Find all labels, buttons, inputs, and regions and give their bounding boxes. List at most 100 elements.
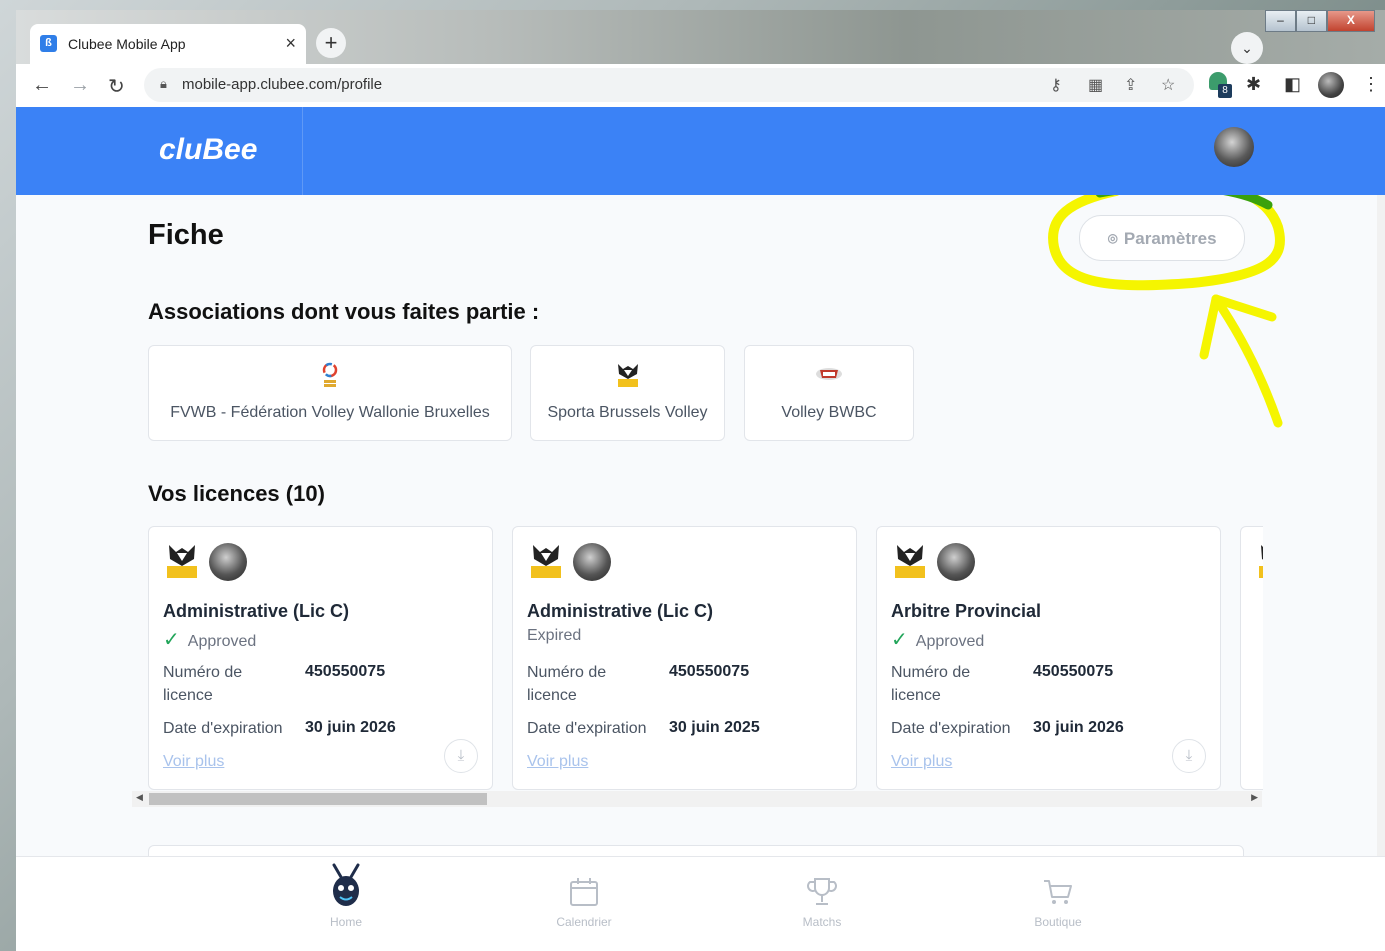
- nav-label: Home: [329, 915, 362, 929]
- nav-boutique[interactable]: Boutique: [998, 857, 1118, 951]
- bottom-navigation: Home Calendrier Matchs Boutique: [16, 856, 1385, 951]
- licence-number: 450550075: [669, 663, 750, 680]
- nav-label: Boutique: [1034, 915, 1082, 929]
- fvwb-logo-icon: [322, 362, 338, 387]
- associations-title: Associations dont vous faites partie :: [148, 299, 540, 324]
- reload-icon[interactable]: ↻: [108, 74, 125, 99]
- browser-tab[interactable]: ß Clubee Mobile App ×: [30, 24, 306, 64]
- browser-toolbar: ← → ↻ 🔒︎ mobile-app.clubee.com/profile ⚷…: [16, 64, 1385, 107]
- sporta-badger-logo-icon: [531, 545, 561, 578]
- association-name: Volley BWBC: [781, 404, 877, 421]
- expiry-label: Date d'expiration: [891, 720, 1011, 737]
- download-icon[interactable]: ⤓: [444, 739, 478, 773]
- scroll-right-arrow-icon[interactable]: ▶: [1251, 792, 1258, 803]
- scrollbar-thumb[interactable]: [149, 793, 487, 805]
- expiry-label: Date d'expiration: [527, 720, 647, 737]
- licences-title: Vos licences (10): [148, 481, 325, 506]
- association-name: FVWB - Fédération Volley Wallonie Bruxel…: [170, 404, 490, 421]
- member-photo: [573, 543, 611, 581]
- licence-number-label: Numéro de licence: [163, 664, 243, 704]
- app-header: cluBee: [16, 107, 1385, 195]
- licence-type: Administrative (Lic C): [527, 601, 714, 621]
- nav-label: Calendrier: [556, 915, 612, 929]
- tab-title: Clubee Mobile App: [68, 36, 186, 52]
- main-content: Fiche ◎ Paramètres Associations dont vous…: [16, 195, 1385, 856]
- back-arrow-icon[interactable]: ←: [32, 74, 52, 97]
- tab-search-chevron-icon[interactable]: ⌄: [1231, 32, 1263, 64]
- licence-number: 450550075: [1033, 663, 1114, 680]
- section-card: [148, 845, 1244, 856]
- tab-strip: ß Clubee Mobile App × + ⌄ – □ X: [16, 10, 1385, 64]
- clubee-favicon-icon: ß: [40, 35, 57, 52]
- extensions-puzzle-icon[interactable]: ✱: [1246, 74, 1261, 95]
- browser-menu-icon[interactable]: ⋮: [1362, 74, 1380, 95]
- bwbc-logo-icon: [816, 368, 842, 380]
- sporta-badger-logo-icon: [895, 545, 925, 578]
- expiry-date: 30 juin 2026: [305, 719, 396, 736]
- clubee-logo[interactable]: cluBee: [159, 133, 257, 167]
- nav-matchs[interactable]: Matchs: [762, 857, 882, 951]
- licence-card[interactable]: Administrative (Lic C) ✓ Approved Numéro …: [148, 526, 493, 790]
- scroll-left-arrow-icon[interactable]: ◀: [136, 792, 143, 803]
- association-card[interactable]: Sporta Brussels Volley: [530, 345, 725, 441]
- settings-button-label: Paramètres: [1123, 229, 1217, 248]
- expiry-date: 30 juin 2026: [1033, 719, 1124, 736]
- licence-card[interactable]: Administrative (Lic C) Expired Numéro de…: [512, 526, 857, 790]
- vertical-scrollbar[interactable]: [1377, 195, 1385, 856]
- maximize-button[interactable]: □: [1295, 10, 1327, 32]
- horizontal-scrollbar[interactable]: ◀ ▶: [132, 791, 1262, 807]
- calendar-icon: [570, 878, 598, 906]
- licence-number: 450550075: [305, 663, 386, 680]
- sporta-badger-logo-icon: [1259, 545, 1263, 578]
- window-controls: – □ X: [1265, 10, 1375, 32]
- bee-mascot-icon: [332, 863, 360, 906]
- new-tab-button[interactable]: +: [316, 28, 346, 58]
- nav-label: Matchs: [802, 915, 842, 929]
- association-card[interactable]: FVWB - Fédération Volley Wallonie Bruxel…: [148, 345, 512, 441]
- licence-number-label: Numéro de licence: [527, 664, 607, 704]
- member-photo: [209, 543, 247, 581]
- share-icon[interactable]: ⇪: [1124, 75, 1137, 95]
- user-avatar[interactable]: [1214, 127, 1254, 167]
- minimize-button[interactable]: –: [1265, 10, 1296, 32]
- licence-card[interactable]: Arbitre Provincial ✓ Approved Numéro de l…: [876, 526, 1221, 790]
- sporta-badger-logo-icon: [167, 545, 197, 578]
- shopping-cart-icon: [1044, 880, 1072, 904]
- voir-plus-link[interactable]: Voir plus: [163, 753, 224, 771]
- tab-close-icon[interactable]: ×: [285, 33, 296, 54]
- bookmark-star-icon[interactable]: ☆: [1161, 75, 1175, 95]
- download-icon[interactable]: ⤓: [1172, 739, 1206, 773]
- browser-profile-avatar[interactable]: [1318, 72, 1344, 98]
- translate-icon[interactable]: ▦: [1088, 75, 1103, 95]
- association-card[interactable]: Volley BWBC: [744, 345, 914, 441]
- expiry-label: Date d'expiration: [163, 720, 283, 737]
- association-name: Sporta Brussels Volley: [547, 404, 708, 421]
- voir-plus-link[interactable]: Voir plus: [891, 753, 952, 771]
- address-bar[interactable]: 🔒︎ mobile-app.clubee.com/profile ⚷ ▦ ⇪ ☆: [144, 68, 1194, 102]
- lock-icon: 🔒︎: [160, 76, 167, 91]
- side-panel-icon[interactable]: ◧: [1284, 74, 1301, 95]
- licences-carousel[interactable]: Administrative (Lic C) ✓ Approved Numéro …: [148, 526, 1263, 790]
- nav-home[interactable]: Home: [286, 857, 406, 951]
- check-icon: ✓: [891, 629, 908, 651]
- url-text: mobile-app.clubee.com/profile: [182, 76, 383, 93]
- page-title: Fiche: [148, 219, 224, 251]
- check-icon: ✓: [163, 629, 180, 651]
- voir-plus-link[interactable]: Voir plus: [527, 753, 588, 771]
- licence-type: Arbitre Provincial: [891, 601, 1042, 621]
- licence-card-partial[interactable]: [1240, 526, 1263, 790]
- header-divider: [302, 107, 303, 195]
- forward-arrow-icon[interactable]: →: [70, 74, 90, 97]
- extension-badge: 8: [1218, 84, 1232, 98]
- licence-status: ✓ Approved: [163, 629, 257, 651]
- licence-status: ✓ Approved: [891, 629, 985, 651]
- licence-status: Expired: [527, 627, 582, 644]
- close-window-button[interactable]: X: [1326, 10, 1375, 32]
- key-icon[interactable]: ⚷: [1050, 75, 1062, 95]
- settings-button[interactable]: ◎ Paramètres: [1079, 215, 1245, 261]
- nav-calendrier[interactable]: Calendrier: [524, 857, 644, 951]
- trophy-icon: [807, 878, 837, 905]
- expiry-date: 30 juin 2025: [669, 719, 760, 736]
- browser-window: ß Clubee Mobile App × + ⌄ – □ X ← → ↻ 🔒︎…: [16, 10, 1385, 951]
- licence-type: Administrative (Lic C): [163, 601, 350, 621]
